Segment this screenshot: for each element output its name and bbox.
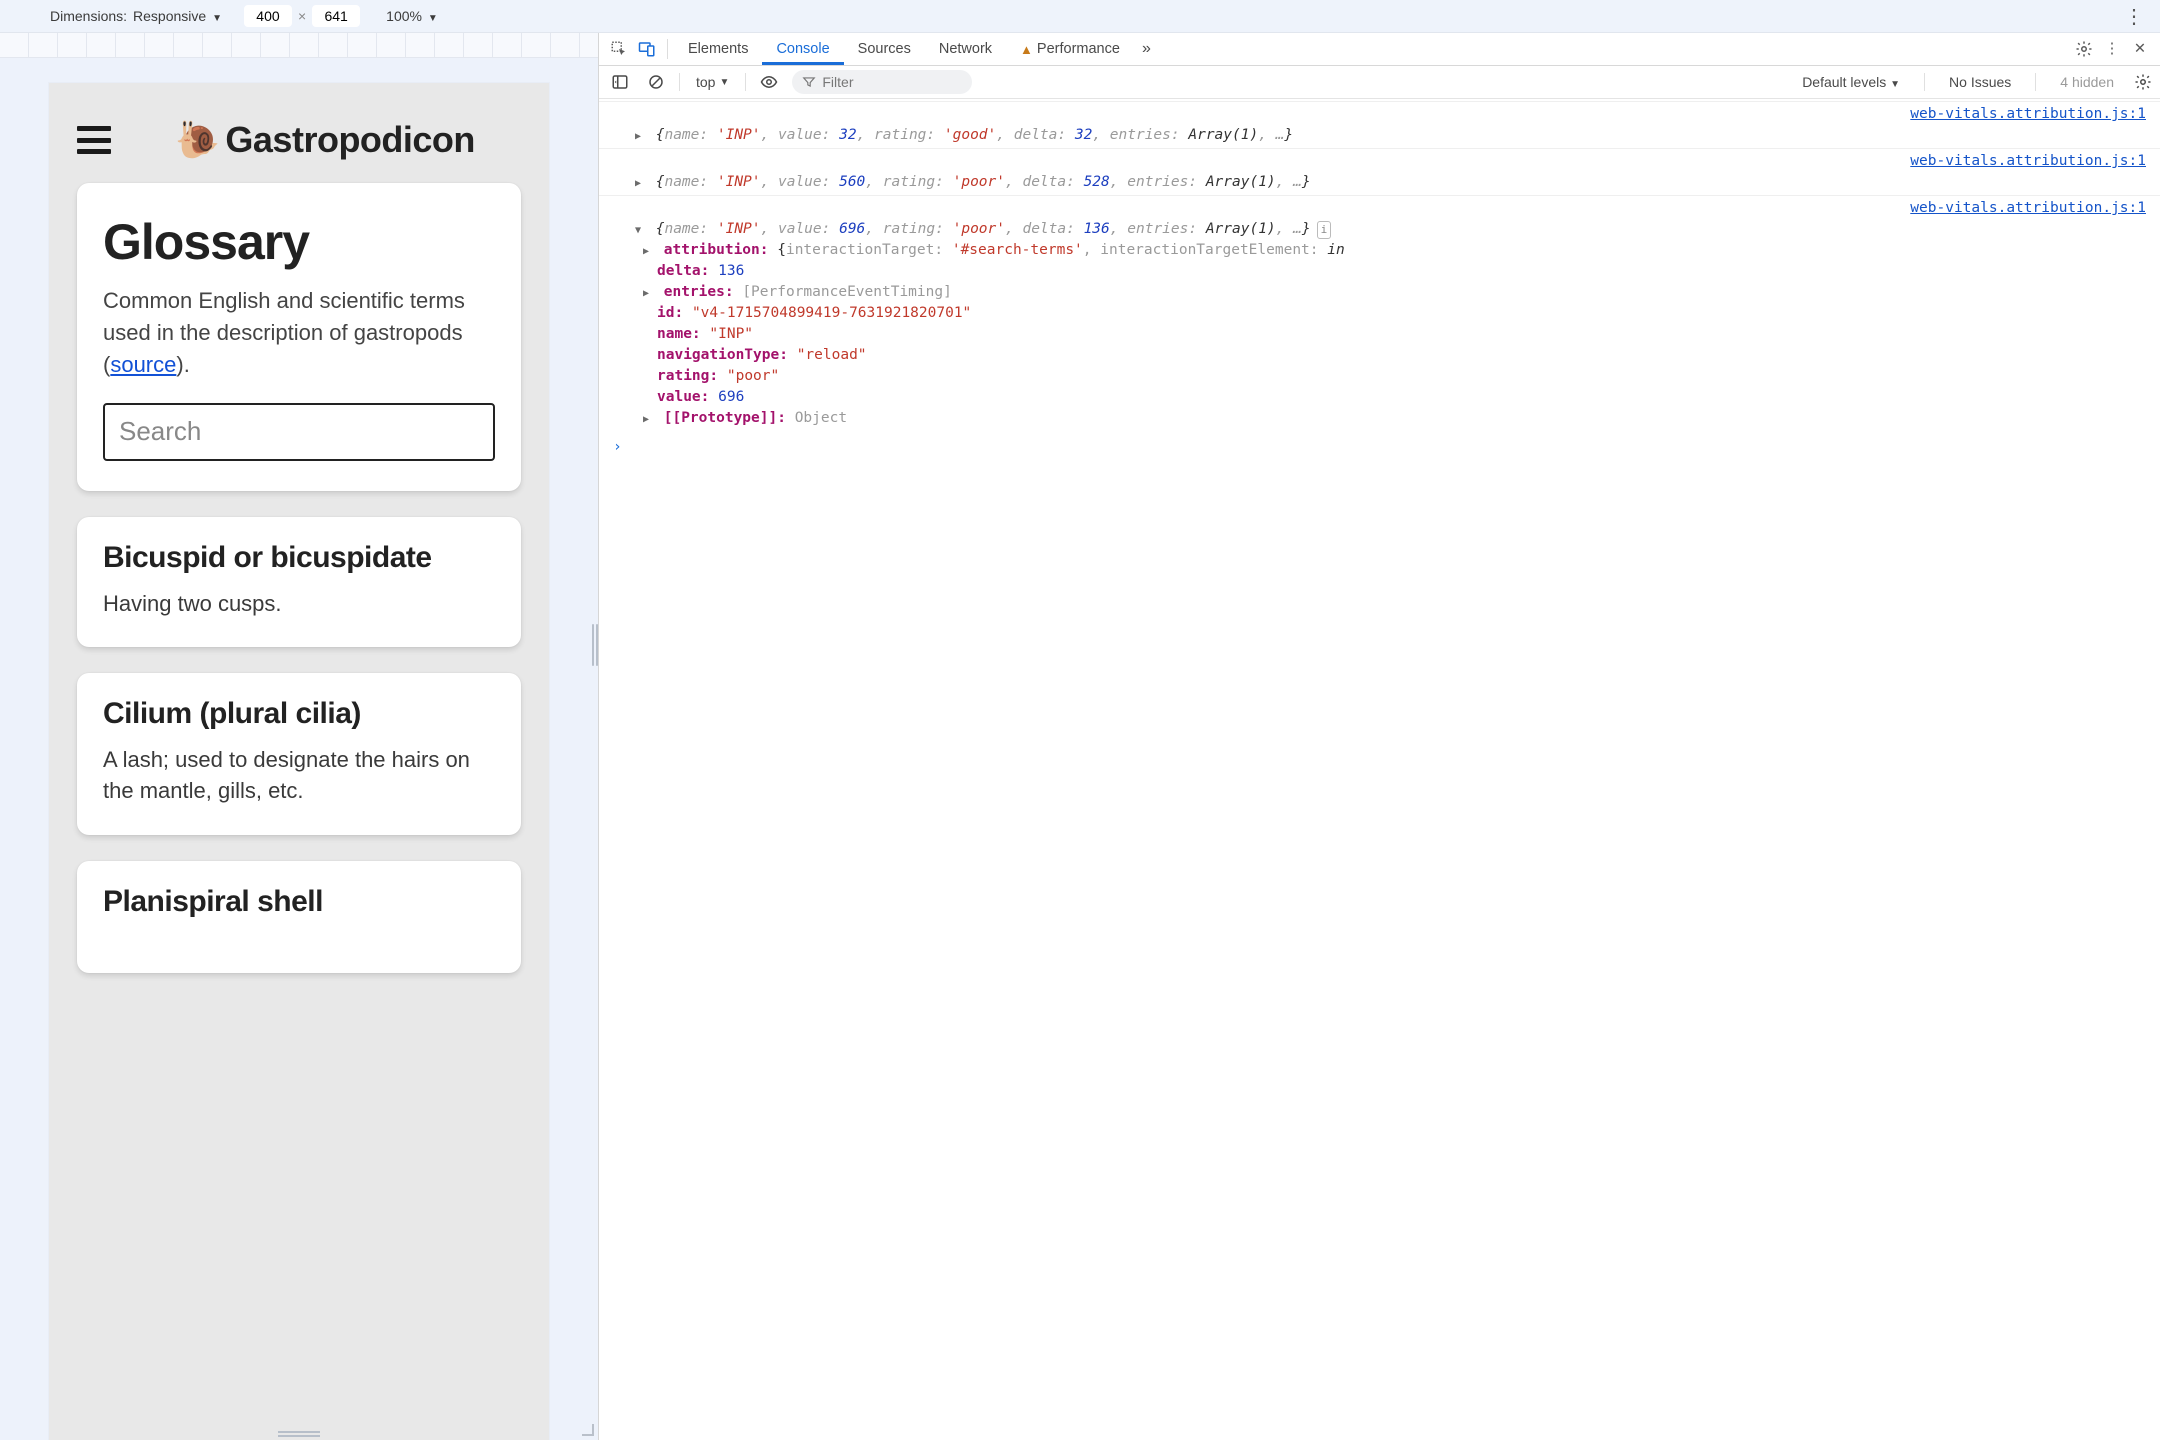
- source-file-link[interactable]: web-vitals.attribution.js:1: [1910, 104, 2146, 125]
- clear-console-icon[interactable]: [643, 73, 669, 91]
- devtools-pane: Elements Console Sources Network ▲Perfor…: [599, 33, 2160, 1440]
- tab-performance[interactable]: ▲Performance: [1006, 33, 1134, 65]
- device-select[interactable]: Responsive ▼: [133, 8, 222, 24]
- console-prompt[interactable]: ›: [599, 431, 2160, 458]
- glossary-header-card: Glossary Common English and scientific t…: [77, 183, 521, 491]
- tab-elements[interactable]: Elements: [674, 33, 762, 65]
- live-expression-icon[interactable]: [756, 73, 782, 91]
- console-log-entry[interactable]: web-vitals.attribution.js:1 {name: 'INP'…: [599, 148, 2160, 195]
- console-filter-input[interactable]: Filter: [792, 70, 972, 94]
- expand-toggle-icon[interactable]: [643, 240, 655, 261]
- source-link[interactable]: source: [110, 352, 176, 377]
- resize-handle-corner[interactable]: [580, 1422, 594, 1436]
- devtools-tabs: Elements Console Sources Network ▲Perfor…: [599, 33, 2160, 66]
- dimension-x: ×: [298, 8, 306, 24]
- page-title: Glossary: [103, 213, 495, 271]
- term-title: Planispiral shell: [103, 885, 495, 919]
- expand-toggle-icon[interactable]: [635, 219, 647, 240]
- term-title: Bicuspid or bicuspidate: [103, 541, 495, 575]
- filter-icon: [802, 75, 816, 89]
- term-definition: A lash; used to designate the hairs on t…: [103, 745, 495, 807]
- device-frame: 🐌Gastropodicon Glossary Common English a…: [49, 83, 549, 1440]
- device-height-input[interactable]: [312, 5, 360, 27]
- tabs-overflow-icon[interactable]: »: [1134, 40, 1159, 58]
- devtools-menu-icon[interactable]: ⋮: [2098, 41, 2126, 57]
- console-settings-icon[interactable]: [2134, 73, 2152, 91]
- toggle-sidebar-icon[interactable]: [607, 73, 633, 91]
- expand-toggle-icon[interactable]: [635, 125, 647, 146]
- source-file-link[interactable]: web-vitals.attribution.js:1: [1910, 198, 2146, 219]
- hidden-count[interactable]: 4 hidden: [2060, 74, 2114, 90]
- console-toolbar: top ▼ Filter Default levels ▼ No Issues …: [599, 66, 2160, 99]
- term-definition: Having two cusps.: [103, 589, 495, 620]
- device-bar-menu-icon[interactable]: ⋮: [2118, 4, 2150, 29]
- hamburger-menu-icon[interactable]: [77, 126, 111, 154]
- source-file-link[interactable]: web-vitals.attribution.js:1: [1910, 151, 2146, 172]
- term-card: Bicuspid or bicuspidate Having two cusps…: [77, 517, 521, 648]
- log-levels-select[interactable]: Default levels ▼: [1802, 74, 1900, 90]
- ruler-horizontal: [0, 33, 598, 58]
- expand-toggle-icon[interactable]: [643, 408, 655, 429]
- devtools-close-icon[interactable]: ✕: [2126, 41, 2154, 57]
- console-log-entry[interactable]: web-vitals.attribution.js:1 {name: 'INP'…: [599, 101, 2160, 148]
- expand-toggle-icon[interactable]: [643, 282, 655, 303]
- devtools-settings-icon[interactable]: [2070, 40, 2098, 58]
- console-output[interactable]: web-vitals.attribution.js:1 {name: 'INP'…: [599, 99, 2160, 1440]
- search-input[interactable]: [103, 403, 495, 461]
- page-lead: Common English and scientific terms used…: [103, 285, 495, 381]
- device-emulation-pane: 🐌Gastropodicon Glossary Common English a…: [0, 33, 599, 1440]
- info-badge-icon[interactable]: i: [1317, 221, 1332, 239]
- tab-sources[interactable]: Sources: [844, 33, 925, 65]
- term-card: Planispiral shell: [77, 861, 521, 973]
- dimensions-label: Dimensions:: [50, 8, 127, 24]
- resize-handle-right[interactable]: [591, 624, 599, 666]
- term-title: Cilium (plural cilia): [103, 697, 495, 731]
- device-width-input[interactable]: [244, 5, 292, 27]
- no-issues-label[interactable]: No Issues: [1949, 74, 2011, 90]
- resize-handle-bottom[interactable]: [278, 1431, 320, 1437]
- warning-icon: ▲: [1020, 42, 1033, 57]
- console-log-entry[interactable]: web-vitals.attribution.js:1 {name: 'INP'…: [599, 195, 2160, 431]
- device-toolbar: Dimensions: Responsive ▼ × 100% ▼ ⋮: [0, 0, 2160, 33]
- expand-toggle-icon[interactable]: [635, 172, 647, 193]
- context-select[interactable]: top ▼: [690, 74, 735, 90]
- device-toggle-icon[interactable]: [633, 40, 661, 58]
- tab-network[interactable]: Network: [925, 33, 1006, 65]
- term-card: Cilium (plural cilia) A lash; used to de…: [77, 673, 521, 835]
- tab-console[interactable]: Console: [762, 33, 843, 65]
- site-title: 🐌Gastropodicon: [175, 119, 475, 161]
- snail-icon: 🐌: [175, 119, 219, 161]
- zoom-select[interactable]: 100% ▼: [386, 8, 438, 24]
- inspect-element-icon[interactable]: [605, 40, 633, 58]
